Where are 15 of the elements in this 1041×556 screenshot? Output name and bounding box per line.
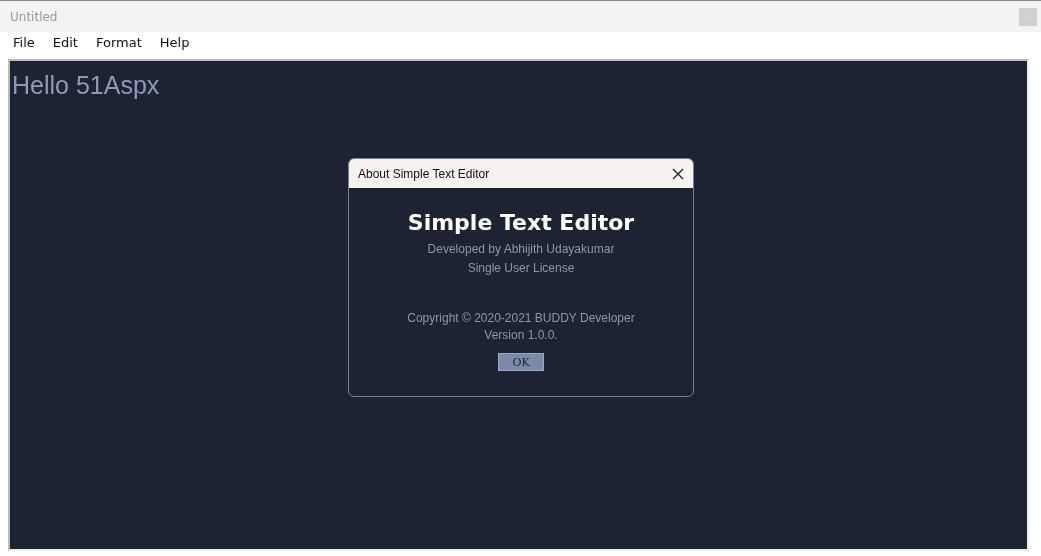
close-icon[interactable] — [672, 167, 684, 180]
app-name: Simple Text Editor — [407, 210, 635, 235]
window-title: Untitled — [10, 9, 58, 24]
menu-item[interactable]: Edit — [43, 34, 87, 50]
menu-item[interactable]: Format — [86, 34, 151, 50]
copyright-text: Copyright © 2020-2021 BUDDY Developer — [407, 310, 635, 327]
menu-item[interactable]: File — [4, 34, 44, 50]
menu-item[interactable]: Help — [150, 34, 199, 50]
editor-text: Hello 51Aspx — [12, 71, 160, 100]
dialog-title: About Simple Text Editor — [358, 166, 490, 181]
ok-button[interactable]: OK — [498, 353, 544, 371]
version-text: Version 1.0.0. — [484, 327, 558, 344]
info-text: Developed by Abhijith Udayakumar — [427, 241, 615, 258]
info-text: Single User License — [467, 260, 575, 277]
text-editor[interactable]: Hello 51Aspx About Simple Text Editor Simple Text Editor Developed by Abhijith Udayakumar Single User License Copyright © 2020-2021 BUDDY Developer Version 1.0.0. OK — [8, 59, 1029, 551]
